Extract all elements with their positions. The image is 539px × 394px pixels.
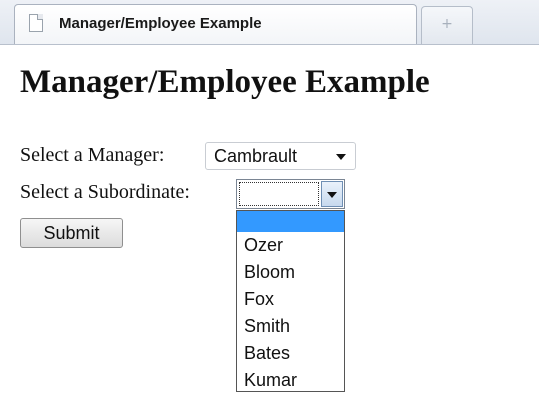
- dropdown-option-bloom[interactable]: Bloom: [237, 259, 344, 286]
- new-tab-button[interactable]: +: [421, 6, 473, 44]
- subordinate-select-value: [239, 182, 319, 206]
- plus-icon: +: [441, 16, 453, 32]
- page-title: Manager/Employee Example: [20, 64, 430, 100]
- subordinate-dropdown-list: Ozer Bloom Fox Smith Bates Kumar: [236, 210, 345, 392]
- dropdown-option-bates[interactable]: Bates: [237, 340, 344, 367]
- manager-select-value: Cambrault: [214, 146, 298, 166]
- dropdown-option-blank[interactable]: [237, 211, 344, 232]
- dropdown-option-smith[interactable]: Smith: [237, 313, 344, 340]
- browser-tab-strip: Manager/Employee Example +: [0, 0, 539, 45]
- subordinate-select[interactable]: [236, 179, 345, 209]
- dropdown-arrow-icon[interactable]: [321, 181, 343, 207]
- browser-tab[interactable]: Manager/Employee Example: [14, 4, 417, 44]
- dropdown-option-fox[interactable]: Fox: [237, 286, 344, 313]
- subordinate-label: Select a Subordinate:: [20, 181, 190, 203]
- manager-label: Select a Manager:: [20, 144, 165, 166]
- dropdown-option-kumar[interactable]: Kumar: [237, 367, 344, 394]
- manager-select[interactable]: Cambrault: [205, 142, 356, 170]
- tab-title: Manager/Employee Example: [59, 15, 262, 32]
- chevron-down-icon: [336, 154, 346, 160]
- dropdown-option-ozer[interactable]: Ozer: [237, 232, 344, 259]
- submit-button[interactable]: Submit: [20, 218, 123, 248]
- page-icon: [29, 14, 43, 32]
